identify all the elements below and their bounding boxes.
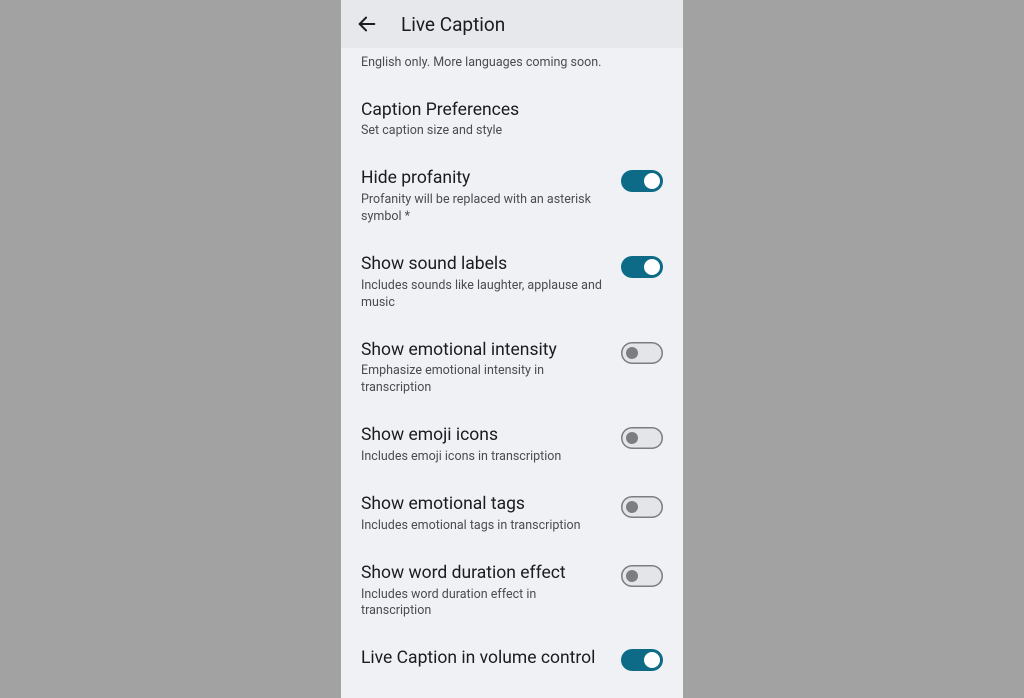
show-emotional-intensity-toggle[interactable] bbox=[621, 342, 663, 364]
live-caption-in-calls-row[interactable]: Live Caption in calls bbox=[341, 672, 683, 698]
item-title: Live Caption in volume control bbox=[361, 648, 609, 670]
show-sound-labels-row[interactable]: Show sound labels Includes sounds like l… bbox=[341, 226, 683, 312]
hide-profanity-row[interactable]: Hide profanity Profanity will be replace… bbox=[341, 140, 683, 226]
item-title: Show emotional intensity bbox=[361, 340, 609, 362]
show-word-duration-toggle[interactable] bbox=[621, 565, 663, 587]
show-emoji-icons-toggle[interactable] bbox=[621, 427, 663, 449]
back-button[interactable] bbox=[355, 12, 379, 36]
item-subtitle: Includes emoji icons in transcription bbox=[361, 449, 609, 466]
show-emotional-intensity-row[interactable]: Show emotional intensity Emphasize emoti… bbox=[341, 312, 683, 398]
item-title: Show emoji icons bbox=[361, 425, 609, 447]
page-title: Live Caption bbox=[401, 13, 505, 36]
item-subtitle: Includes emotional tags in transcription bbox=[361, 518, 609, 535]
item-title: Show word duration effect bbox=[361, 563, 609, 585]
item-title: Show emotional tags bbox=[361, 494, 609, 516]
hide-profanity-toggle[interactable] bbox=[621, 170, 663, 192]
show-sound-labels-toggle[interactable] bbox=[621, 256, 663, 278]
item-subtitle: Emphasize emotional intensity in transcr… bbox=[361, 363, 609, 397]
live-caption-volume-toggle[interactable] bbox=[621, 649, 663, 671]
item-subtitle: Set caption size and style bbox=[361, 123, 663, 140]
caption-preferences-row[interactable]: Caption Preferences Set caption size and… bbox=[341, 72, 683, 141]
item-title: Show sound labels bbox=[361, 254, 609, 276]
language-hint: English only. More languages coming soon… bbox=[341, 48, 683, 72]
app-bar: Live Caption bbox=[341, 0, 683, 48]
item-title: Hide profanity bbox=[361, 168, 609, 190]
live-caption-volume-row[interactable]: Live Caption in volume control bbox=[341, 620, 683, 672]
settings-screen: Live Caption English only. More language… bbox=[341, 0, 683, 698]
show-emoji-icons-row[interactable]: Show emoji icons Includes emoji icons in… bbox=[341, 397, 683, 466]
settings-list: English only. More languages coming soon… bbox=[341, 48, 683, 698]
item-subtitle: Includes word duration effect in transcr… bbox=[361, 587, 609, 621]
item-title: Caption Preferences bbox=[361, 100, 663, 122]
arrow-back-icon bbox=[356, 13, 378, 35]
item-subtitle: Profanity will be replaced with an aster… bbox=[361, 192, 609, 226]
show-word-duration-row[interactable]: Show word duration effect Includes word … bbox=[341, 535, 683, 621]
show-emotional-tags-toggle[interactable] bbox=[621, 496, 663, 518]
item-subtitle: Includes sounds like laughter, applause … bbox=[361, 278, 609, 312]
show-emotional-tags-row[interactable]: Show emotional tags Includes emotional t… bbox=[341, 466, 683, 535]
